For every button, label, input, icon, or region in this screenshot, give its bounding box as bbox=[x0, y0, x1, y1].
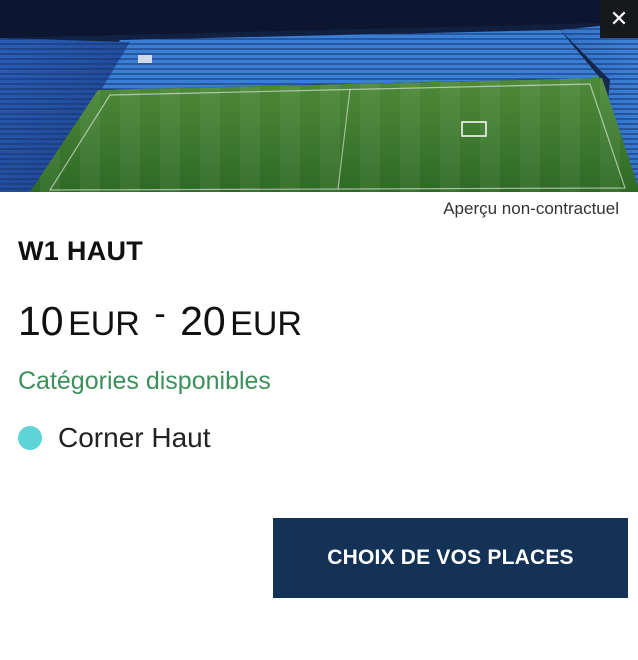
stadium-view-image: ✕ bbox=[0, 0, 638, 192]
expand-icon bbox=[534, 104, 638, 192]
category-color-dot bbox=[18, 426, 42, 450]
section-title: W1 HAUT bbox=[18, 236, 144, 266]
non-contractual-notice: Aperçu non-contractuel bbox=[443, 199, 619, 218]
price-max: 20 bbox=[180, 298, 226, 344]
price-separator: - bbox=[154, 295, 166, 333]
available-categories-heading: Catégories disponibles bbox=[18, 367, 271, 395]
choose-seats-button[interactable]: CHOIX DE VOS PLACES bbox=[273, 518, 628, 598]
close-button[interactable]: ✕ bbox=[600, 0, 638, 38]
price-min: 10 bbox=[18, 298, 64, 344]
price-min-currency: EUR bbox=[68, 305, 140, 343]
expand-button[interactable] bbox=[534, 104, 592, 162]
category-label: Corner Haut bbox=[58, 422, 211, 453]
price-max-currency: EUR bbox=[230, 305, 302, 343]
price-range: 10 EUR - 20 EUR bbox=[18, 295, 302, 345]
category-item: Corner Haut bbox=[18, 422, 211, 454]
close-icon: ✕ bbox=[609, 6, 629, 31]
